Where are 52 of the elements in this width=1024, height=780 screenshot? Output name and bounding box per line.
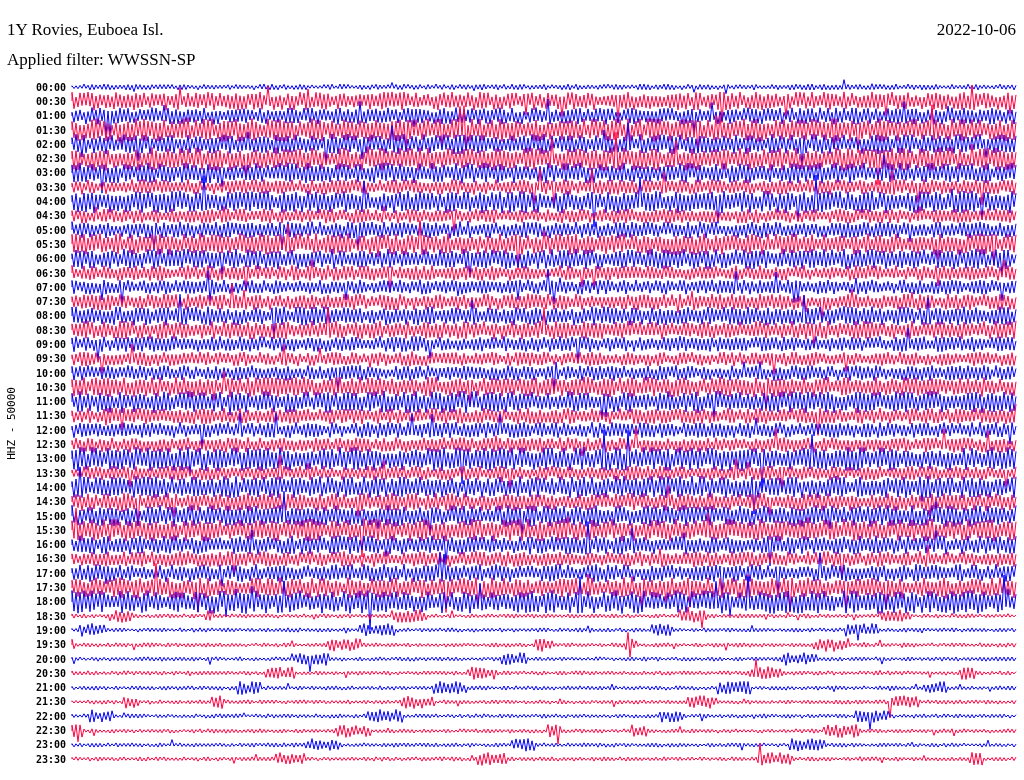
time-label: 00:30 <box>34 95 66 107</box>
time-label: 17:00 <box>34 567 66 579</box>
time-label: 15:00 <box>34 510 66 522</box>
time-label: 13:30 <box>34 467 66 479</box>
time-label: 01:00 <box>34 110 66 122</box>
time-label: 20:00 <box>34 653 66 665</box>
time-label: 21:30 <box>34 696 66 708</box>
time-label: 08:30 <box>34 324 66 336</box>
time-label: 10:30 <box>34 381 66 393</box>
time-label: 22:30 <box>34 725 66 736</box>
time-label: 07:30 <box>34 296 66 308</box>
time-label: 19:30 <box>34 639 66 651</box>
time-label: 23:00 <box>34 739 66 751</box>
station-title: 1Y Rovies, Euboea Isl. <box>7 20 164 41</box>
time-label: 05:00 <box>34 224 66 236</box>
time-label: 02:30 <box>34 153 66 165</box>
time-label: 14:00 <box>34 481 66 493</box>
time-label: 07:00 <box>34 281 66 293</box>
time-label: 19:00 <box>34 624 66 636</box>
time-label: 12:00 <box>34 424 66 436</box>
time-label: 00:00 <box>34 81 66 93</box>
time-label: 02:00 <box>34 138 66 150</box>
time-label: 16:00 <box>34 539 66 551</box>
time-label: 01:30 <box>34 124 66 136</box>
time-label: 18:00 <box>34 596 66 608</box>
time-label: 18:30 <box>34 610 66 622</box>
time-label: 05:30 <box>34 238 66 250</box>
time-label: 13:00 <box>34 453 66 465</box>
time-label: 15:30 <box>34 524 66 536</box>
channel-label: HHZ - 50000 <box>4 386 18 460</box>
time-label: 14:30 <box>34 496 66 508</box>
time-label: 09:00 <box>34 339 66 350</box>
time-label: 21:00 <box>34 682 66 694</box>
time-label: 10:00 <box>34 367 66 379</box>
time-label: 09:30 <box>34 353 66 365</box>
time-label: 20:30 <box>34 667 66 679</box>
time-label: 23:30 <box>34 753 66 765</box>
time-label: 22:00 <box>34 710 66 722</box>
time-label: 11:00 <box>34 396 66 408</box>
time-label: 03:30 <box>34 181 66 193</box>
time-label: 17:30 <box>34 582 66 594</box>
time-label: 04:00 <box>34 196 66 207</box>
time-label: 12:30 <box>34 439 66 451</box>
time-label: 03:00 <box>34 167 66 179</box>
date-label: 2022-10-06 <box>936 20 1016 41</box>
time-label: 06:30 <box>34 267 66 279</box>
time-label: 06:00 <box>34 253 66 265</box>
time-label: 08:00 <box>34 310 66 322</box>
time-label: 04:30 <box>34 210 66 222</box>
filter-label: Applied filter: WWSSN-SP <box>7 50 196 69</box>
time-label: 11:30 <box>34 410 66 422</box>
time-label: 16:30 <box>34 553 66 565</box>
